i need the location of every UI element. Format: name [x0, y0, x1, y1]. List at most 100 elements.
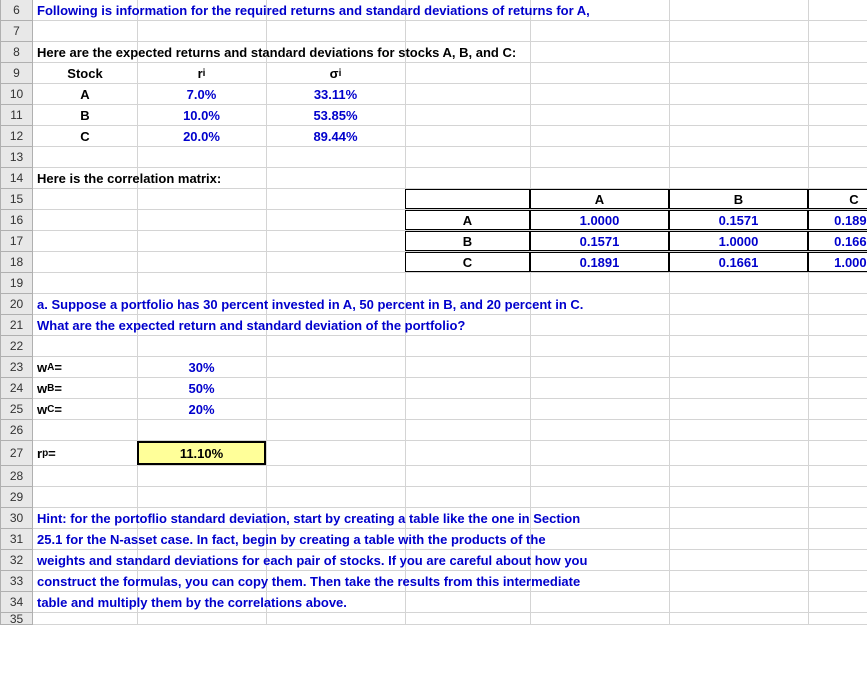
table-header-sigma: σi — [266, 63, 405, 83]
row-header[interactable]: 10 — [0, 84, 33, 105]
weight-value-b: 50% — [137, 378, 266, 398]
row-header[interactable]: 17 — [0, 231, 33, 252]
stock-return: 20.0% — [137, 126, 266, 146]
row-header[interactable]: 22 — [0, 336, 33, 357]
row-8[interactable]: 8 Here are the expected returns and stan… — [0, 42, 867, 63]
row-20[interactable]: 20 a. Suppose a portfolio has 30 percent… — [0, 294, 867, 315]
hint-text: weights and standard deviations for each… — [33, 553, 587, 568]
row-header[interactable]: 23 — [0, 357, 33, 378]
row-29[interactable]: 29 — [0, 487, 867, 508]
row-header[interactable]: 25 — [0, 399, 33, 420]
weight-value-c: 20% — [137, 399, 266, 419]
corr-value: 0.1661 — [808, 231, 867, 251]
row-6[interactable]: 6 Following is information for the requi… — [0, 0, 867, 21]
row-header[interactable]: 26 — [0, 420, 33, 441]
row-33[interactable]: 33 construct the formulas, you can copy … — [0, 571, 867, 592]
row-header[interactable]: 15 — [0, 189, 33, 210]
corr-value: 1.0000 — [530, 210, 669, 230]
stock-sigma: 33.11% — [266, 84, 405, 104]
row-25[interactable]: 25 wC = 20% — [0, 399, 867, 420]
row-header[interactable]: 7 — [0, 21, 33, 42]
row-19[interactable]: 19 — [0, 273, 867, 294]
row-header[interactable]: 9 — [0, 63, 33, 84]
row-17[interactable]: 17 B 0.1571 1.0000 0.1661 — [0, 231, 867, 252]
row-header[interactable]: 21 — [0, 315, 33, 336]
row-27[interactable]: 27 rp = 11.10% — [0, 441, 867, 466]
corr-row-header: A — [405, 210, 530, 230]
corr-header-blank — [405, 189, 530, 209]
row-header[interactable]: 14 — [0, 168, 33, 189]
corr-value: 0.1571 — [530, 231, 669, 251]
table-header-r: ri — [137, 63, 266, 83]
stock-name: A — [33, 84, 137, 104]
row-header[interactable]: 32 — [0, 550, 33, 571]
stock-sigma: 89.44% — [266, 126, 405, 146]
row-24[interactable]: 24 wB = 50% — [0, 378, 867, 399]
row-18[interactable]: 18 C 0.1891 0.1661 1.0000 — [0, 252, 867, 273]
row-header[interactable]: 27 — [0, 441, 33, 466]
stock-name: C — [33, 126, 137, 146]
stock-return: 7.0% — [137, 84, 266, 104]
spreadsheet[interactable]: 6 Following is information for the requi… — [0, 0, 867, 625]
corr-value: 1.0000 — [669, 231, 808, 251]
row-28[interactable]: 28 — [0, 466, 867, 487]
row-9[interactable]: 9 Stock ri σi — [0, 63, 867, 84]
row-32[interactable]: 32 weights and standard deviations for e… — [0, 550, 867, 571]
row-22[interactable]: 22 — [0, 336, 867, 357]
row-23[interactable]: 23 wA = 30% — [0, 357, 867, 378]
corr-row-header: B — [405, 231, 530, 251]
row-header[interactable]: 6 — [0, 0, 33, 21]
table-header-stock: Stock — [33, 63, 137, 83]
weight-label-c: wC = — [33, 399, 137, 419]
stock-sigma: 53.85% — [266, 105, 405, 125]
corr-col-header: C — [808, 189, 867, 209]
hint-text: construct the formulas, you can copy the… — [33, 574, 580, 589]
row-34[interactable]: 34 table and multiply them by the correl… — [0, 592, 867, 613]
corr-col-header: B — [669, 189, 808, 209]
portfolio-return-value: 11.10% — [137, 441, 266, 465]
row-26[interactable]: 26 — [0, 420, 867, 441]
weight-label-a: wA = — [33, 357, 137, 377]
row-header[interactable]: 29 — [0, 487, 33, 508]
row-14[interactable]: 14 Here is the correlation matrix: — [0, 168, 867, 189]
weight-label-b: wB = — [33, 378, 137, 398]
row-header[interactable]: 11 — [0, 105, 33, 126]
row-header[interactable]: 20 — [0, 294, 33, 315]
row-10[interactable]: 10 A 7.0% 33.11% — [0, 84, 867, 105]
corr-value: 0.1571 — [669, 210, 808, 230]
row-header[interactable]: 13 — [0, 147, 33, 168]
row-header[interactable]: 34 — [0, 592, 33, 613]
corr-col-header: A — [530, 189, 669, 209]
row-31[interactable]: 31 25.1 for the N-asset case. In fact, b… — [0, 529, 867, 550]
row-30[interactable]: 30 Hint: for the portoflio standard devi… — [0, 508, 867, 529]
section-heading: Here are the expected returns and standa… — [33, 45, 516, 60]
row-15[interactable]: 15 A B C — [0, 189, 867, 210]
row-header[interactable]: 30 — [0, 508, 33, 529]
row-header[interactable]: 8 — [0, 42, 33, 63]
row-header[interactable]: 33 — [0, 571, 33, 592]
row-header[interactable]: 19 — [0, 273, 33, 294]
row-header[interactable]: 24 — [0, 378, 33, 399]
row-header[interactable]: 28 — [0, 466, 33, 487]
row-header[interactable]: 35 — [0, 613, 33, 625]
hint-text: table and multiply them by the correlati… — [33, 595, 347, 610]
portfolio-return-cell[interactable]: 11.10% — [137, 441, 266, 465]
row-12[interactable]: 12 C 20.0% 89.44% — [0, 126, 867, 147]
weight-value-a: 30% — [137, 357, 266, 377]
row-35[interactable]: 35 — [0, 613, 867, 625]
row-header[interactable]: 16 — [0, 210, 33, 231]
question-text: What are the expected return and standar… — [33, 318, 465, 333]
corr-value: 0.1891 — [808, 210, 867, 230]
row-21[interactable]: 21 What are the expected return and stan… — [0, 315, 867, 336]
stock-return: 10.0% — [137, 105, 266, 125]
row-header[interactable]: 18 — [0, 252, 33, 273]
row-16[interactable]: 16 A 1.0000 0.1571 0.1891 — [0, 210, 867, 231]
row-7[interactable]: 7 — [0, 21, 867, 42]
row-13[interactable]: 13 — [0, 147, 867, 168]
row-11[interactable]: 11 B 10.0% 53.85% — [0, 105, 867, 126]
row-header[interactable]: 31 — [0, 529, 33, 550]
row-header[interactable]: 12 — [0, 126, 33, 147]
section-heading: Here is the correlation matrix: — [33, 171, 221, 186]
intro-text: Following is information for the require… — [33, 3, 590, 18]
corr-value: 0.1661 — [669, 252, 808, 272]
